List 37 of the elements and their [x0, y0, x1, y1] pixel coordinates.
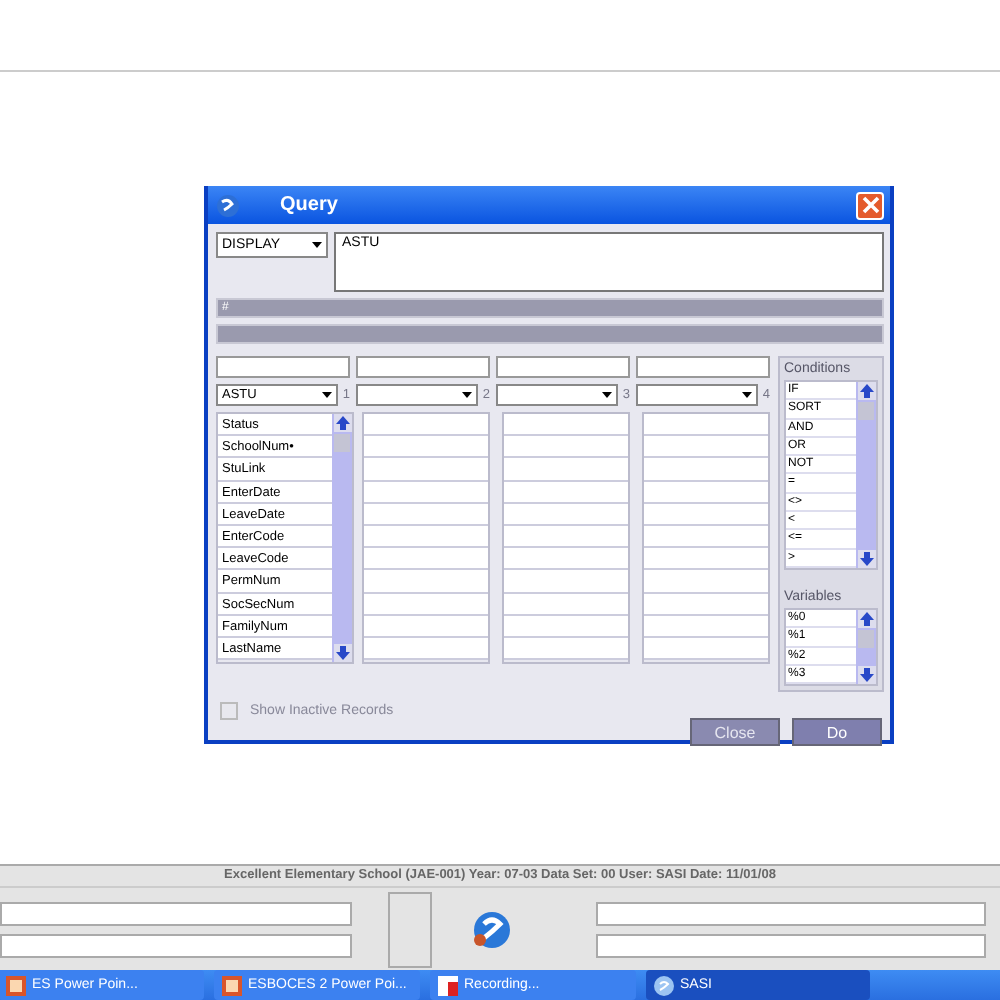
- caret-icon: [742, 392, 753, 398]
- scroll-up-icon[interactable]: [333, 414, 351, 432]
- slide-icon: [222, 975, 242, 995]
- window-title: Query: [280, 194, 340, 216]
- scrollbar-thumb[interactable]: [334, 434, 350, 452]
- window-icon: [438, 975, 458, 995]
- scrollbar[interactable]: [856, 382, 876, 568]
- checkbox[interactable]: [220, 702, 238, 721]
- filter-field[interactable]: [636, 356, 770, 378]
- caret-icon: [312, 242, 322, 248]
- filter-field[interactable]: [216, 356, 350, 378]
- scroll-down-icon[interactable]: [857, 549, 875, 568]
- filter-field[interactable]: [356, 356, 490, 378]
- scroll-down-icon[interactable]: [857, 666, 875, 685]
- scrollbar[interactable]: [856, 609, 876, 685]
- globe-icon: [216, 193, 240, 217]
- table-dropdown[interactable]: [496, 384, 619, 406]
- slide-icon: [6, 975, 26, 995]
- scroll-up-icon[interactable]: [857, 609, 875, 628]
- close-button[interactable]: [856, 191, 884, 219]
- caret-icon: [462, 392, 473, 398]
- table-dropdown[interactable]: [356, 384, 479, 406]
- caret-icon: [322, 392, 333, 398]
- field-list[interactable]: [642, 412, 770, 664]
- scroll-down-icon[interactable]: [333, 644, 351, 662]
- scrollbar[interactable]: [332, 414, 352, 662]
- caret-icon: [602, 392, 613, 398]
- field-list[interactable]: [502, 412, 630, 664]
- scroll-up-icon[interactable]: [857, 382, 875, 400]
- scrollbar-thumb[interactable]: [858, 402, 874, 420]
- scrollbar-thumb[interactable]: [858, 629, 874, 648]
- table-dropdown[interactable]: [636, 384, 759, 406]
- globe-icon: [468, 906, 516, 954]
- dialog-button[interactable]: Do: [792, 718, 882, 747]
- field-list[interactable]: [362, 412, 490, 664]
- globe-icon: [654, 975, 674, 995]
- filter-field[interactable]: [496, 356, 630, 378]
